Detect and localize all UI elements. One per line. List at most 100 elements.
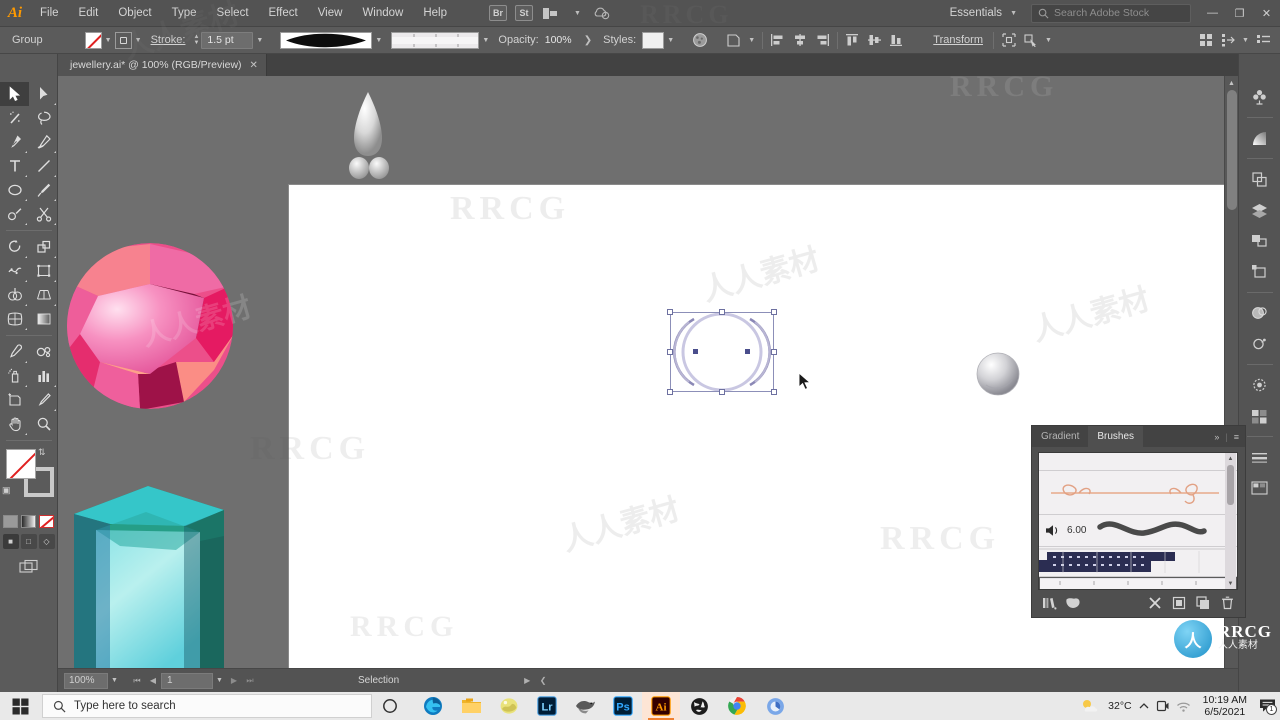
new-brush-icon[interactable] <box>1192 594 1214 612</box>
start-button[interactable] <box>0 692 40 720</box>
network-wifi-icon[interactable] <box>1176 700 1191 713</box>
tab-brushes[interactable]: Brushes <box>1088 426 1144 447</box>
fill-swatch-large[interactable] <box>6 449 36 479</box>
brush-list[interactable]: 6.00 ▲ ▼ <box>1038 452 1238 590</box>
eyedropper-tool[interactable] <box>0 340 29 364</box>
status-expand-icon[interactable]: ▶ <box>519 676 535 685</box>
scale-tool[interactable] <box>29 235 58 259</box>
isolate-selected-object-icon[interactable] <box>998 30 1020 50</box>
layers-panel-icon[interactable] <box>1245 195 1275 225</box>
taskbar-app-file-explorer[interactable] <box>452 692 490 720</box>
variable-width-profile[interactable] <box>391 31 480 49</box>
brush-item-scatter[interactable] <box>1039 577 1237 589</box>
color-guide-panel-icon[interactable] <box>1245 473 1275 503</box>
next-artboard-button[interactable]: ▶ <box>226 676 242 685</box>
menu-object[interactable]: Object <box>108 0 161 27</box>
shape-builder-tool[interactable] <box>0 283 29 307</box>
select-similar-objects-icon[interactable] <box>1020 30 1042 50</box>
align-center-vertical-icon[interactable] <box>864 30 886 50</box>
scroll-down-icon[interactable]: ▼ <box>1225 578 1236 589</box>
anchor-point-left[interactable] <box>693 349 698 354</box>
stroke-weight-stepper[interactable]: ▲ ▼ <box>193 34 199 46</box>
lasso-tool[interactable] <box>29 106 58 130</box>
handle-top-center[interactable] <box>719 309 725 315</box>
arrange-grid-icon[interactable] <box>1195 30 1217 50</box>
first-artboard-button[interactable]: ⏮ <box>129 676 145 686</box>
swatches-panel-icon[interactable] <box>1245 401 1275 431</box>
width-tool[interactable] <box>0 259 29 283</box>
align-left-icon[interactable] <box>767 30 789 50</box>
type-tool[interactable] <box>0 154 29 178</box>
maximize-button[interactable]: ❐ <box>1226 0 1253 27</box>
brush-list-scrollbar[interactable]: ▲ ▼ <box>1225 453 1236 589</box>
scroll-up-icon[interactable]: ▲ <box>1225 453 1236 464</box>
scroll-up-icon[interactable]: ▲ <box>1225 76 1238 90</box>
hand-tool[interactable] <box>0 412 29 436</box>
libraries-panel-icon[interactable] <box>1062 594 1084 612</box>
handle-bottom-right[interactable] <box>771 389 777 395</box>
brush-definition-swatch[interactable] <box>280 31 373 49</box>
draw-inside-button[interactable]: ◇ <box>38 534 55 549</box>
taskbar-app-adobe-lightroom[interactable]: Lr <box>528 692 566 720</box>
silver-sphere-artwork[interactable] <box>976 352 1020 396</box>
arrange-documents-button[interactable] <box>537 0 563 27</box>
taskbar-clock[interactable]: 10:19 AM 6/5/2021 <box>1197 694 1253 718</box>
taskbar-app-google-chrome[interactable] <box>718 692 756 720</box>
screen-mode-button[interactable] <box>0 559 57 575</box>
color-mode-flat[interactable] <box>3 515 18 528</box>
menu-window[interactable]: Window <box>352 0 413 27</box>
tab-gradient[interactable]: Gradient <box>1032 426 1088 447</box>
taskbar-app-picture[interactable] <box>490 692 528 720</box>
align-center-horizontal-icon[interactable] <box>789 30 811 50</box>
stroke-dropdown[interactable]: ▼ <box>132 37 145 44</box>
rotate-tool[interactable] <box>0 235 29 259</box>
blend-tool[interactable] <box>29 340 58 364</box>
bluetooth-device-icon[interactable] <box>1156 699 1170 713</box>
fill-dropdown[interactable]: ▼ <box>102 37 115 44</box>
magic-wand-tool[interactable] <box>0 106 29 130</box>
appearance-panel-icon[interactable] <box>1245 298 1275 328</box>
stroke-panel-icon[interactable] <box>1245 442 1275 472</box>
document-setup-icon[interactable] <box>723 30 745 50</box>
color-mode-none[interactable] <box>39 515 54 528</box>
distribute-dropdown[interactable]: ▼ <box>1239 37 1252 44</box>
cortana-button[interactable] <box>372 692 408 720</box>
pen-tool[interactable] <box>0 130 29 154</box>
width-profile-dropdown[interactable]: ▼ <box>479 37 492 44</box>
fill-color-swatch[interactable] <box>84 31 102 49</box>
slice-tool[interactable] <box>29 388 58 412</box>
sync-settings-button[interactable] <box>589 0 615 27</box>
taskbar-app-microsoft-edge[interactable] <box>414 692 452 720</box>
anchor-point-right[interactable] <box>745 349 750 354</box>
brushes-panel-icon[interactable] <box>1245 370 1275 400</box>
handle-bottom-left[interactable] <box>667 389 673 395</box>
menu-type[interactable]: Type <box>162 0 207 27</box>
brush-scroll-thumb[interactable] <box>1227 465 1234 505</box>
opacity-mask-icon[interactable] <box>689 30 711 50</box>
handle-middle-left[interactable] <box>667 349 673 355</box>
handle-middle-right[interactable] <box>771 349 777 355</box>
brush-libraries-icon[interactable] <box>1038 594 1060 612</box>
stock-button[interactable]: St <box>511 0 537 27</box>
taskbar-app-adobe-photoshop[interactable]: Ps <box>604 692 642 720</box>
properties-list-icon[interactable] <box>1252 30 1274 50</box>
brush-item-calligraphic[interactable]: 6.00 <box>1039 515 1237 547</box>
weather-icon[interactable] <box>1080 697 1102 715</box>
brushes-panel[interactable]: Gradient Brushes » | ≡ 6.00 ▲ ▼ <box>1031 425 1246 618</box>
brush-definition-dropdown[interactable]: ▼ <box>372 37 385 44</box>
document-setup-dropdown[interactable]: ▼ <box>745 37 758 44</box>
menu-effect[interactable]: Effect <box>259 0 308 27</box>
delete-brush-icon[interactable] <box>1216 594 1238 612</box>
direct-selection-tool[interactable] <box>29 82 58 106</box>
ellipse-tool[interactable] <box>0 178 29 202</box>
column-graph-tool[interactable] <box>29 364 58 388</box>
vertical-scroll-thumb[interactable] <box>1227 90 1237 210</box>
workspace-switcher[interactable]: Essentials ▼ <box>940 7 1023 19</box>
selected-object-ring[interactable] <box>667 309 777 395</box>
shaper-tool[interactable] <box>0 202 29 226</box>
symbols-panel-icon[interactable] <box>1245 82 1275 112</box>
distribute-spacing-icon[interactable] <box>1217 30 1239 50</box>
previous-artboard-button[interactable]: ◀ <box>145 676 161 685</box>
brush-item-art[interactable] <box>1039 471 1237 515</box>
menu-select[interactable]: Select <box>207 0 259 27</box>
